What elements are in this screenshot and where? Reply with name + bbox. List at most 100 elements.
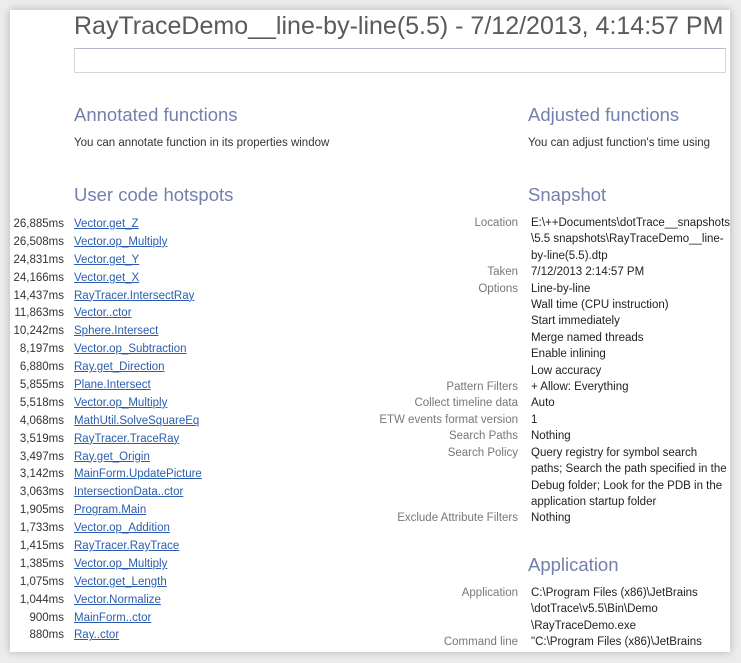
property-value: Query registry for symbol search paths; S… (531, 445, 727, 511)
hotspot-function-link[interactable]: Ray..ctor (74, 627, 119, 645)
snapshot-property-row: ETW events format version 1 (340, 412, 730, 428)
application-heading: Application (528, 554, 619, 575)
property-label: Search Paths (448, 430, 518, 443)
application-property-row: Command line "C:\Program Files (x86)\JetB… (340, 634, 730, 650)
hotspot-row: 24,831ms Vector.get_Y (10, 252, 340, 270)
hotspot-function-link[interactable]: Vector.get_Y (74, 252, 139, 270)
hotspot-row: 5,518ms Vector.op_Multiply (10, 395, 340, 413)
snapshot-property-row: Taken 7/12/2013 2:14:57 PM (340, 264, 730, 280)
snapshot-property-row: Options Line-by-line Wall time (CPU instru… (340, 281, 730, 379)
hotspot-function-link[interactable]: Plane.Intersect (74, 377, 151, 395)
snapshot-property-row: Search Policy Query registry for symbol s… (340, 445, 730, 511)
hotspot-row: 26,885ms Vector.get_Z (10, 216, 340, 234)
property-value-line: 7/12/2013 2:14:57 PM (531, 266, 645, 279)
property-value-line: "C:\Program Files (x86)\JetBrains (531, 636, 702, 649)
property-value-line: Debug folder; Look for the PDB in the (531, 479, 723, 492)
hotspot-row: 1,385ms Vector.op_Multiply (10, 556, 340, 574)
hotspot-time: 11,863ms (14, 307, 64, 320)
property-value-line: \5.5 snapshots\RayTraceDemo__line- (531, 233, 724, 246)
property-value-line: Wall time (CPU instruction) (531, 299, 669, 312)
snapshot-heading: Snapshot (528, 184, 607, 205)
hotspot-time: 900ms (29, 611, 64, 624)
hotspot-time: 24,166ms (13, 271, 64, 284)
hotspot-time: 3,142ms (19, 468, 64, 481)
hotspot-row: 3,519ms RayTracer.TraceRay (10, 431, 340, 449)
property-label: Taken (487, 266, 518, 279)
hotspot-row: 4,068ms MathUtil.SolveSquareEq (10, 413, 340, 431)
property-value-line: \dotTrace\v5.5\Bin\Demo (531, 603, 658, 616)
hotspot-function-link[interactable]: Vector.op_Multiply (74, 234, 167, 252)
property-value: + Allow: Everything (531, 379, 721, 395)
property-label: Exclude Attribute Filters (397, 512, 518, 525)
hotspot-function-link[interactable]: Vector..ctor (74, 305, 132, 323)
hotspot-time: 6,880ms (19, 361, 64, 374)
filter-input[interactable] (74, 48, 726, 73)
property-value-line: by-line(5.5).dtp (531, 249, 608, 262)
hotspot-time: 5,855ms (19, 379, 64, 392)
hotspot-row: 1,044ms Vector.Normalize (10, 592, 340, 610)
hotspot-row: 3,142ms MainForm.UpdatePicture (10, 466, 340, 484)
hotspot-row: 11,863ms Vector..ctor (10, 305, 340, 323)
property-label: Command line (443, 636, 518, 649)
page-title: RayTraceDemo__line-by-line(5.5) - 7/12/2… (74, 12, 724, 40)
hotspot-time: 10,242ms (13, 325, 64, 338)
snapshot-properties: Location E:\++Documents\dotTrace__snapsho… (340, 215, 730, 527)
hotspot-function-link[interactable]: RayTracer.IntersectRay (74, 288, 194, 306)
hotspot-function-link[interactable]: MainForm..ctor (74, 610, 151, 628)
hotspot-function-link[interactable]: Vector.op_Subtraction (74, 341, 187, 359)
property-value-line: Enable inlining (531, 348, 606, 361)
property-value-line: \RayTraceDemo.exe (531, 619, 637, 632)
hotspot-function-link[interactable]: RayTracer.TraceRay (74, 431, 179, 449)
hotspot-function-link[interactable]: Vector.Normalize (74, 592, 161, 610)
property-value-line: application startup folder (531, 495, 657, 508)
hotspot-row: 24,166ms Vector.get_X (10, 270, 340, 288)
adjusted-functions-heading: Adjusted functions (528, 104, 680, 125)
hotspot-time: 5,518ms (19, 396, 64, 409)
hotspot-time: 26,508ms (13, 235, 64, 248)
hotspot-function-link[interactable]: Vector.get_X (74, 270, 139, 288)
hotspots-list: 26,885ms Vector.get_Z 26,508ms Vector.op_Mu… (10, 216, 340, 645)
hotspot-time: 1,075ms (19, 575, 64, 588)
hotspot-row: 8,197ms Vector.op_Subtraction (10, 341, 340, 359)
hotspot-function-link[interactable]: Ray.get_Direction (74, 359, 165, 377)
hotspot-row: 1,733ms Vector.op_Addition (10, 520, 340, 538)
hotspot-function-link[interactable]: MainForm.UpdatePicture (74, 466, 202, 484)
hotspot-row: 5,855ms Plane.Intersect (10, 377, 340, 395)
property-value: Nothing (531, 510, 721, 526)
hotspot-row: 10,242ms Sphere.Intersect (10, 323, 340, 341)
property-value-line: 1 (531, 413, 538, 426)
hotspot-time: 1,385ms (19, 557, 64, 570)
property-value-line: paths; Search the path specified in the (531, 463, 727, 476)
hotspot-row: 14,437ms RayTracer.IntersectRay (10, 288, 340, 306)
property-value: 1 (531, 412, 721, 428)
hotspot-function-link[interactable]: Vector.get_Z (74, 216, 139, 234)
hotspot-function-link[interactable]: RayTracer.RayTrace (74, 538, 179, 556)
hotspot-function-link[interactable]: Sphere.Intersect (74, 323, 158, 341)
hotspot-row: 1,075ms Vector.get_Length (10, 574, 340, 592)
snapshot-property-row: Collect timeline data Auto (340, 395, 730, 411)
property-value-line: + Allow: Everything (531, 381, 629, 394)
hotspot-function-link[interactable]: MathUtil.SolveSquareEq (74, 413, 199, 431)
hotspot-function-link[interactable]: Vector.get_Length (74, 574, 167, 592)
hotspot-time: 14,437ms (13, 289, 64, 302)
hotspot-function-link[interactable]: Ray.get_Origin (74, 449, 150, 467)
hotspot-function-link[interactable]: Vector.op_Multiply (74, 556, 167, 574)
hotspot-row: 3,497ms Ray.get_Origin (10, 449, 340, 467)
hotspot-row: 26,508ms Vector.op_Multiply (10, 234, 340, 252)
hotspot-time: 3,063ms (19, 486, 64, 499)
hotspots-heading: User code hotspots (74, 184, 234, 205)
hotspot-time: 1,044ms (19, 593, 64, 606)
hotspot-row: 6,880ms Ray.get_Direction (10, 359, 340, 377)
property-value-line: Line-by-line (531, 282, 591, 295)
hotspot-time: 1,905ms (19, 504, 64, 517)
hotspot-function-link[interactable]: Program.Main (74, 502, 146, 520)
property-value: "C:\Program Files (x86)\JetBrains (531, 634, 721, 650)
property-value-line: Low accuracy (531, 364, 602, 377)
hotspot-function-link[interactable]: IntersectionData..ctor (74, 484, 183, 502)
hotspot-function-link[interactable]: Vector.op_Addition (74, 520, 170, 538)
hotspot-time: 4,068ms (19, 414, 64, 427)
hotspot-row: 1,415ms RayTracer.RayTrace (10, 538, 340, 556)
hotspot-row: 880ms Ray..ctor (10, 627, 340, 645)
hotspot-function-link[interactable]: Vector.op_Multiply (74, 395, 167, 413)
annotated-functions-text: You can annotate function in its propert… (74, 137, 330, 149)
